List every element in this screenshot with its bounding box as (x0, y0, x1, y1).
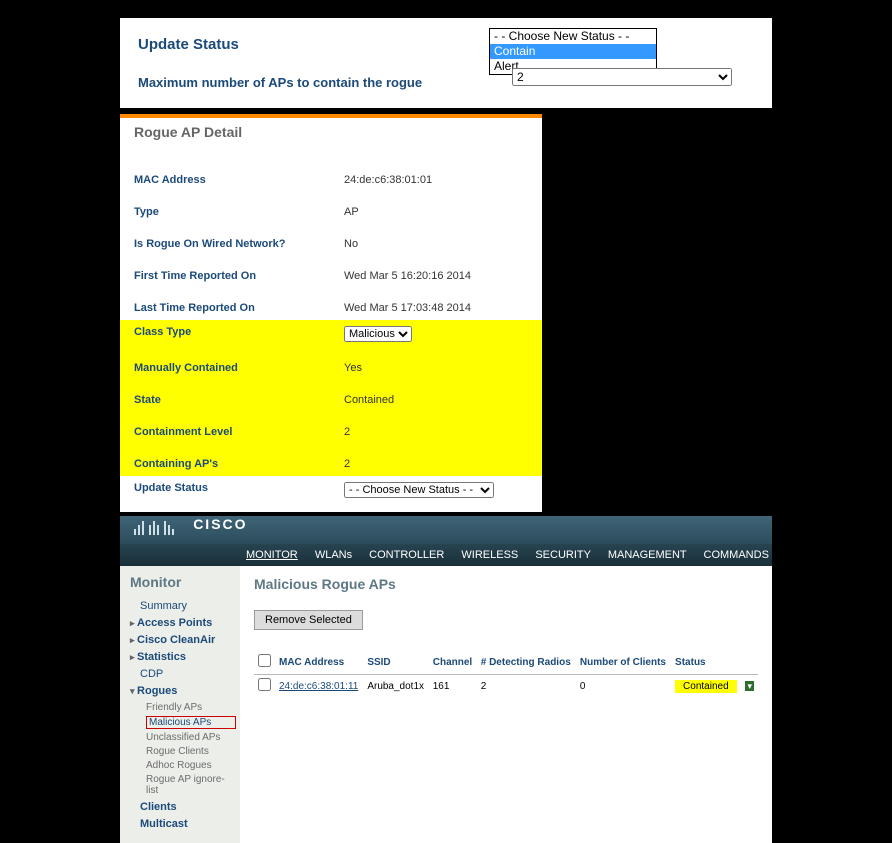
th-ssid[interactable]: SSID (363, 652, 428, 675)
wired-value: No (344, 238, 358, 250)
cisco-brand-band: CISCO (120, 516, 772, 544)
th-channel[interactable]: Channel (429, 652, 477, 675)
table-row: 24:de:c6:38:01:11 Aruba_dot1x 161 2 0 Co… (254, 675, 758, 698)
sidebar-malicious-aps[interactable]: Malicious APs (146, 716, 236, 729)
upd-label: Update Status (134, 482, 344, 498)
wired-row: Is Rogue On Wired Network? No (120, 232, 542, 256)
th-status[interactable]: Status (671, 652, 741, 675)
state-label: State (134, 394, 344, 406)
sidebar-rogues[interactable]: Rogues (130, 685, 236, 697)
select-all-checkbox[interactable] (258, 654, 271, 667)
type-label: Type (134, 206, 344, 218)
sidebar-cdp[interactable]: CDP (140, 668, 236, 680)
sidebar-access-points[interactable]: Access Points (130, 617, 236, 629)
state-row: State Contained (120, 388, 542, 412)
sidebar-title: Monitor (130, 574, 236, 590)
last-value: Wed Mar 5 17:03:48 2014 (344, 302, 471, 314)
table-header-row: MAC Address SSID Channel # Detecting Rad… (254, 652, 758, 675)
state-value: Contained (344, 394, 394, 406)
last-row: Last Time Reported On Wed Mar 5 17:03:48… (120, 296, 542, 320)
upd-row: Update Status - - Choose New Status - - (120, 476, 542, 504)
mac-row: MAC Address 24:de:c6:38:01:01 (120, 168, 542, 192)
th-clients[interactable]: Number of Clients (576, 652, 671, 675)
row-detecting: 2 (477, 675, 576, 698)
sidebar-clients[interactable]: Clients (140, 801, 236, 813)
main-title: Malicious Rogue APs (254, 576, 758, 592)
row-mac-link[interactable]: 24:de:c6:38:01:11 (279, 681, 358, 692)
man-row: Manually Contained Yes (120, 356, 542, 380)
row-ssid: Aruba_dot1x (363, 675, 428, 698)
sidebar-adhoc-rogues[interactable]: Adhoc Rogues (146, 760, 236, 771)
first-value: Wed Mar 5 16:20:16 2014 (344, 270, 471, 282)
update-status-title: Update Status (138, 36, 754, 53)
wired-label: Is Rogue On Wired Network? (134, 238, 344, 250)
update-status-select[interactable]: - - Choose New Status - - (344, 482, 494, 498)
class-row: Class Type Malicious (120, 320, 542, 348)
clevel-label: Containment Level (134, 426, 344, 438)
type-value: AP (344, 206, 359, 218)
remove-selected-button[interactable]: Remove Selected (254, 610, 363, 630)
last-label: Last Time Reported On (134, 302, 344, 314)
menu-wlans[interactable]: WLANs (315, 549, 352, 561)
clevel-row: Containment Level 2 (120, 420, 542, 444)
menu-commands[interactable]: COMMANDS (704, 549, 769, 561)
rogue-ap-detail-title: Rogue AP Detail (120, 114, 542, 150)
caps-label: Containing AP's (134, 458, 344, 470)
update-status-panel: Update Status - - Choose New Status - - … (120, 18, 772, 108)
th-detecting[interactable]: # Detecting Radios (477, 652, 576, 675)
sidebar-multicast[interactable]: Multicast (140, 818, 236, 830)
sidebar-friendly-aps[interactable]: Friendly APs (146, 702, 236, 713)
upd-value-wrap: - - Choose New Status - - (344, 482, 494, 498)
menu-management[interactable]: MANAGEMENT (608, 549, 687, 561)
sidebar-cleanair[interactable]: Cisco CleanAir (130, 634, 236, 646)
row-status: Contained (675, 680, 737, 693)
mac-value: 24:de:c6:38:01:01 (344, 174, 432, 186)
caps-value: 2 (344, 458, 350, 470)
sidebar-unclassified-aps[interactable]: Unclassified APs (146, 732, 236, 743)
class-label: Class Type (134, 326, 344, 342)
rogue-ap-detail-panel: Rogue AP Detail MAC Address 24:de:c6:38:… (120, 114, 542, 512)
status-option-contain[interactable]: Contain (490, 44, 656, 59)
sidebar: Monitor Summary Access Points Cisco Clea… (120, 566, 240, 843)
main-content: Malicious Rogue APs Remove Selected MAC … (240, 566, 772, 843)
wlc-monitor-panel: CISCO MONITOR WLANs CONTROLLER WIRELESS … (120, 516, 772, 843)
sidebar-rogue-clients[interactable]: Rogue Clients (146, 746, 236, 757)
row-checkbox[interactable] (258, 678, 271, 691)
sidebar-statistics[interactable]: Statistics (130, 651, 236, 663)
sidebar-rogue-ignore[interactable]: Rogue AP ignore-list (146, 774, 236, 796)
cisco-logo-icon (134, 521, 176, 538)
clevel-value: 2 (344, 426, 350, 438)
class-value-wrap: Malicious (344, 326, 412, 342)
row-clients: 0 (576, 675, 671, 698)
rogue-ap-table: MAC Address SSID Channel # Detecting Rad… (254, 652, 758, 697)
class-type-select[interactable]: Malicious (344, 326, 412, 342)
caps-row: Containing AP's 2 (120, 452, 542, 476)
cisco-brand-text: CISCO (193, 516, 247, 532)
th-mac[interactable]: MAC Address (275, 652, 363, 675)
row-action-dropdown-icon[interactable]: ▾ (745, 681, 754, 691)
first-row: First Time Reported On Wed Mar 5 16:20:1… (120, 264, 542, 288)
highlight-block: Class Type Malicious Manually Contained … (120, 320, 542, 476)
menu-monitor[interactable]: MONITOR (246, 549, 298, 561)
menu-wireless[interactable]: WIRELESS (461, 549, 518, 561)
sidebar-summary[interactable]: Summary (140, 600, 236, 612)
man-label: Manually Contained (134, 362, 344, 374)
top-menu: MONITOR WLANs CONTROLLER WIRELESS SECURI… (120, 544, 772, 566)
first-label: First Time Reported On (134, 270, 344, 282)
status-option-choose[interactable]: - - Choose New Status - - (490, 29, 656, 44)
menu-security[interactable]: SECURITY (535, 549, 590, 561)
menu-controller[interactable]: CONTROLLER (369, 549, 444, 561)
mac-label: MAC Address (134, 174, 344, 186)
max-aps-select[interactable]: 2 (512, 68, 732, 86)
man-value: Yes (344, 362, 362, 374)
row-channel: 161 (429, 675, 477, 698)
type-row: Type AP (120, 200, 542, 224)
